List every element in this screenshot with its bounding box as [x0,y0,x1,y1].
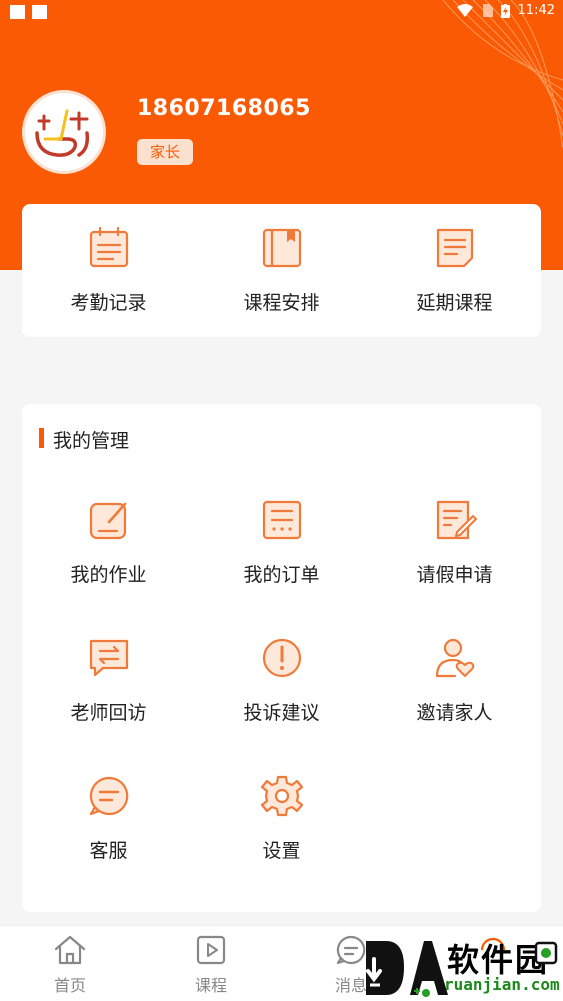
menu-item-orders[interactable]: 我的订单 [195,498,368,587]
quick-action-schedule[interactable]: 课程安排 [195,226,368,315]
exclamation-icon [262,638,301,678]
watermark: 软件园 ruanjian.com [362,935,560,1000]
quick-action-label: 延期课程 [416,292,493,314]
menu-item-label: 我的作业 [70,564,147,586]
quick-actions-card: 考勤记录 课程安排 延期课程 [22,204,541,337]
gear-icon [260,775,303,817]
watermark-logo-icon [366,941,448,997]
menu-item-settings[interactable]: 设置 [195,774,368,863]
decorative-lines [442,0,563,149]
customer-service-icon [89,776,128,816]
avatar[interactable] [22,90,106,174]
menu-item-invite-family[interactable]: 邀请家人 [368,636,541,725]
quick-action-label: 考勤记录 [70,292,147,314]
home-icon [54,935,86,965]
watermark-domain: ruanjian.com [444,975,560,994]
tab-label: 首页 [53,976,86,995]
wifi-icon [456,4,473,17]
watermark-game-icon [534,941,558,965]
menu-item-label: 设置 [262,840,301,862]
menu-item-label: 请假申请 [416,564,493,586]
menu-item-leave-request[interactable]: 请假申请 [368,498,541,587]
menu-item-label: 我的订单 [243,564,320,586]
no-sim-icon [482,4,493,17]
logo-icon [35,109,90,157]
notification-icon [32,5,47,19]
management-card: 我的管理 我的作业 我的订单 请假申请 老师回访 投诉建议 邀请家人 客服 设置 [22,404,541,912]
quick-action-attendance[interactable]: 考勤记录 [22,226,195,315]
course-play-icon [196,935,226,965]
role-badge: 家长 [137,139,194,165]
menu-item-label: 邀请家人 [416,702,493,724]
section-title: 我的管理 [39,426,129,453]
chat-exchange-icon [89,639,128,677]
document-icon [436,228,473,268]
menu-item-complaints[interactable]: 投诉建议 [195,636,368,725]
battery-icon [500,3,510,18]
clock: 11:42 [517,3,555,18]
user-phone: 18607168065 [137,96,311,121]
menu-item-label: 投诉建议 [243,702,320,724]
quick-action-label: 课程安排 [243,292,320,314]
notification-icon [10,5,25,19]
menu-item-teacher-visit[interactable]: 老师回访 [22,636,195,725]
book-icon [262,228,301,268]
calendar-icon [89,226,128,268]
menu-item-label: 老师回访 [70,702,147,724]
leave-form-icon [436,500,477,540]
status-bar: 11:42 [0,0,563,24]
menu-item-customer-service[interactable]: 客服 [22,774,195,863]
menu-item-homework[interactable]: 我的作业 [22,498,195,587]
invite-user-icon [435,638,474,678]
quick-action-postponed[interactable]: 延期课程 [368,226,541,315]
tab-label: 课程 [194,976,227,995]
tab-home[interactable]: 首页 [35,934,105,996]
order-icon [262,500,301,540]
menu-item-label: 客服 [89,840,128,862]
edit-icon [89,502,126,540]
tab-course[interactable]: 课程 [176,934,246,996]
